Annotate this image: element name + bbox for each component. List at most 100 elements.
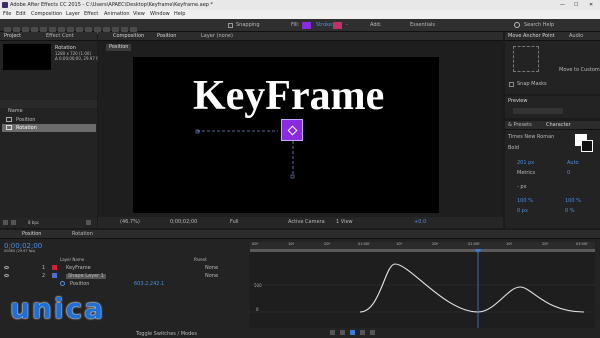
tab-effects-presets[interactable]: & Presets [508,123,532,128]
magnification-dropdown[interactable]: (46.7%) [120,220,140,225]
toggle-switches-modes-button[interactable]: Toggle Switches / Modes [136,332,197,337]
stopwatch-icon[interactable] [60,281,65,286]
bit-depth-button[interactable]: 8 bpc [28,221,39,225]
tab-timeline-position[interactable]: Position [22,232,41,237]
shape-layer-square[interactable] [281,119,303,141]
project-item-label: Position [16,117,36,123]
tab-project[interactable]: Project [4,34,21,39]
tab-composition-name[interactable]: Position [157,34,176,39]
menu-help[interactable]: Help [174,12,185,17]
anchor-grid-icon[interactable] [513,46,539,72]
camera-dropdown[interactable]: Active Camera [288,220,325,225]
tracking-value[interactable]: 0 [567,171,570,176]
menu-file[interactable]: File [3,12,11,17]
project-search-bar[interactable] [0,100,97,108]
tab-move-anchor[interactable]: Move Anchor Point [508,34,555,39]
graph-tool-icon[interactable] [350,330,355,335]
preview-panel: Preview [505,96,600,118]
font-family-dropdown[interactable]: Times New Roman [508,135,554,140]
leading-value[interactable]: Auto [567,161,579,166]
graph-editor[interactable]: 00f 10f 20f 01:00f 10f 20f 02:00f 10f 20… [250,242,595,328]
stroke-width-value[interactable]: - px [517,185,527,190]
close-button[interactable]: ✕ [589,2,593,8]
unica-watermark-logo: unica [10,292,105,325]
anchor-point-icon[interactable] [287,125,298,136]
graph-tool-icon[interactable] [330,330,335,335]
column-layer-name: Layer Name [60,257,85,262]
search-help-input[interactable]: Search Help [524,23,554,28]
exposure-value[interactable]: +0.0 [414,220,426,225]
menu-layer[interactable]: Layer [66,12,80,17]
menu-window[interactable]: Window [150,12,170,17]
maximize-button[interactable]: ☐ [574,2,578,8]
tsume-value[interactable]: 0 % [565,209,575,214]
speed-graph [250,249,595,328]
kerning-value[interactable]: Metrics [517,171,535,176]
stroke-color-swatch[interactable] [581,140,593,152]
title-bar: Adobe After Effects CC 2015 - C:\Users\A… [0,0,600,10]
property-value[interactable]: 603.2,242.1 [134,282,164,287]
table-row[interactable]: 2 Shape Layer 1 None [0,272,248,280]
layer-number: 2 [42,273,46,279]
composition-icon [6,125,12,130]
window-title: Adobe After Effects CC 2015 - C:\Users\A… [10,1,214,8]
baseline-shift-value[interactable]: 0 px [517,209,528,214]
project-footer: 8 bpc [0,218,97,228]
tab-audio[interactable]: Audio [569,34,583,39]
vertical-scale-value[interactable]: 100 % [517,199,533,204]
snap-masks-checkbox[interactable] [509,82,514,87]
comp-timecode[interactable]: 0;00;02;00 [170,220,197,225]
trash-icon[interactable] [86,220,91,225]
column-parent: Parent [194,257,207,262]
playback-controls-icon[interactable] [513,108,563,114]
move-to-custom-button[interactable]: Move to Custom [559,68,600,73]
minimize-button[interactable]: — [560,2,565,8]
eye-icon[interactable] [4,274,9,277]
font-style-dropdown[interactable]: Bold [508,146,519,151]
menu-view[interactable]: View [133,12,145,17]
new-folder-icon[interactable] [11,220,16,225]
tab-composition[interactable]: Composition [113,34,144,39]
fill-swatch[interactable] [302,22,311,29]
list-item[interactable]: Position [2,116,96,124]
property-row[interactable]: Position 603.2,242.1 [60,280,248,288]
comp-flowchart-tab[interactable]: Position [106,44,132,51]
horizontal-scale-value[interactable]: 100 % [565,199,581,204]
graph-tool-icon[interactable] [360,330,365,335]
menu-effect[interactable]: Effect [84,12,98,17]
search-icon[interactable] [514,22,520,28]
parent-dropdown[interactable]: None [205,274,218,279]
table-row[interactable]: 1 KeyFrame None [0,264,248,272]
comp-canvas[interactable]: KeyFrame [133,57,439,213]
graph-tool-icon[interactable] [370,330,375,335]
snapping-checkbox[interactable] [228,23,233,28]
menu-animation[interactable]: Animation [104,12,130,17]
tab-character[interactable]: Character [546,123,571,128]
menu-composition[interactable]: Composition [31,12,62,17]
tab-preview[interactable]: Preview [508,99,527,104]
property-name: Position [70,281,90,287]
resolution-dropdown[interactable]: Full [230,220,239,225]
view-layout-dropdown[interactable]: 1 View [336,220,353,225]
eye-icon[interactable] [4,266,9,269]
stroke-value[interactable]: - [346,23,348,28]
workspace-essentials[interactable]: Essentials [410,23,435,28]
tab-effect-controls[interactable]: Effect Cont [46,34,74,39]
menu-edit[interactable]: Edit [16,12,26,17]
list-item-selected[interactable]: Rotation [2,124,96,132]
interpret-footage-icon[interactable] [3,220,8,225]
comp-viewer-controls: (46.7%) 0;00;02;00 Full Active Camera 1 … [98,217,503,228]
graph-tool-icon[interactable] [340,330,345,335]
comp-duration-info: Δ 0;00;00;00, 29.97 fps [55,56,103,61]
character-panel: & Presets Character Times New Roman Bold… [505,121,600,228]
parent-dropdown[interactable]: None [205,266,218,271]
layer-name: KeyFrame [66,265,91,271]
fill-label: Fill: [291,22,300,28]
column-name-header: Name [8,108,23,114]
move-anchor-header: Move Anchor Point Audio [505,32,600,41]
tab-timeline-rotation[interactable]: Rotation [72,232,93,237]
tab-layer[interactable]: Layer (none) [201,34,233,39]
stroke-swatch[interactable] [333,22,342,29]
font-size-value[interactable]: 201 px [517,161,534,166]
add-label[interactable]: Add: [370,23,381,28]
